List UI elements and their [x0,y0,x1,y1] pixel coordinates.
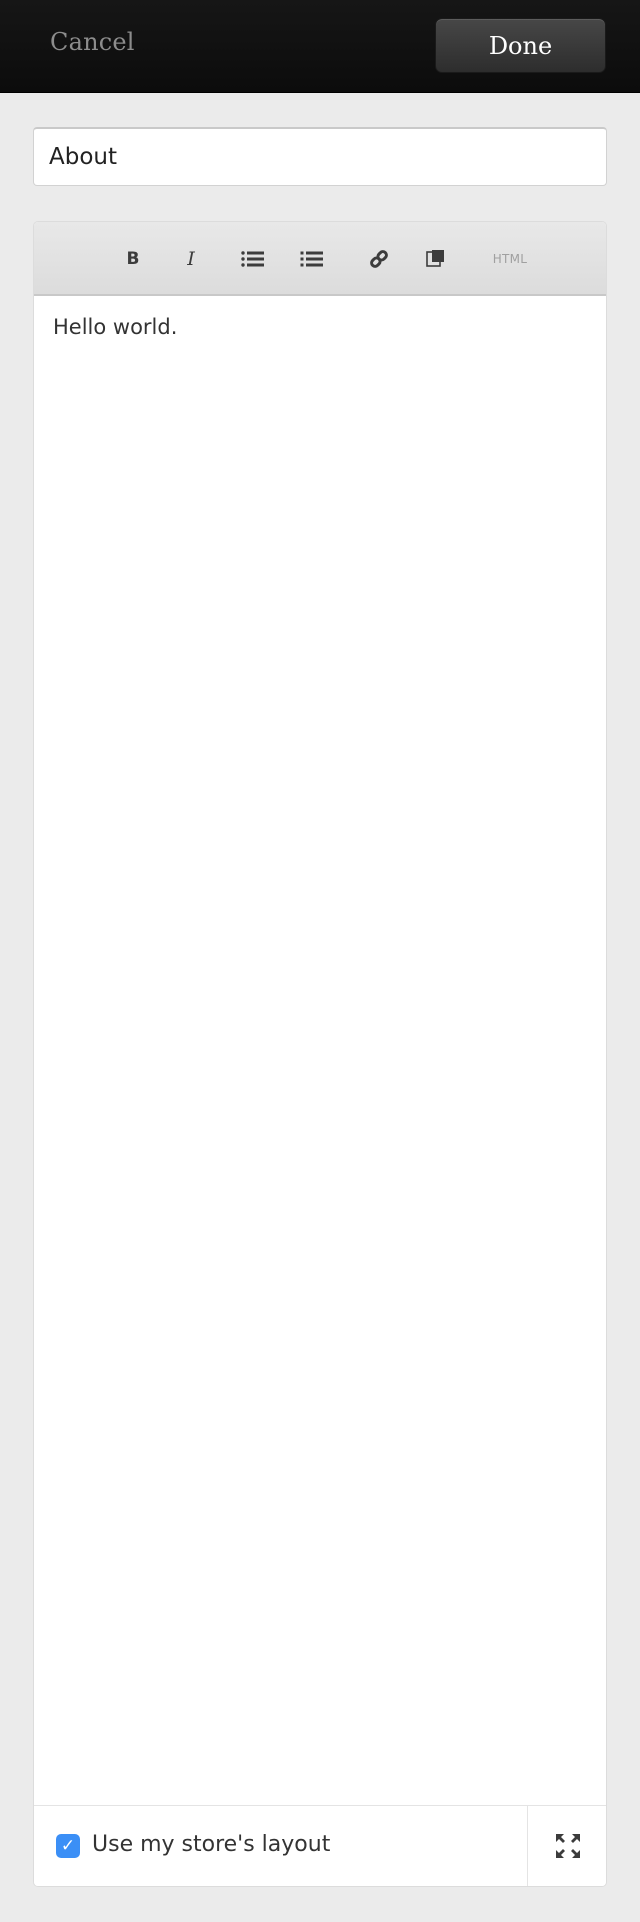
link-button[interactable] [363,244,395,274]
cancel-button[interactable]: Cancel [50,28,135,56]
numbered-list-button[interactable] [296,244,328,274]
editor-toolbar: B I HTML [34,222,606,296]
editor-content[interactable]: Hello world. [53,315,177,339]
fullscreen-button[interactable] [548,1826,588,1866]
image-icon [426,250,444,267]
image-button[interactable] [420,244,452,274]
numbered-list-icon [300,251,323,267]
italic-icon: I [187,248,195,270]
bulleted-list-icon [241,251,264,267]
page-title-input[interactable] [33,127,607,186]
done-button[interactable]: Done [435,18,606,73]
html-source-button[interactable]: HTML [480,244,540,274]
editor-footer: ✓ Use my store's layout [34,1805,606,1886]
layout-checkbox-label[interactable]: Use my store's layout [92,1832,330,1857]
fullscreen-expand-icon [556,1834,580,1858]
italic-button[interactable]: I [175,244,207,274]
bold-button[interactable]: B [117,244,149,274]
rich-text-editor: B I HTML Hello world. ✓ Use my store's l… [33,221,607,1887]
checkmark-icon: ✓ [60,1836,76,1856]
link-icon [370,250,388,268]
bold-icon: B [126,249,140,269]
layout-checkbox[interactable]: ✓ [56,1834,80,1858]
footer-divider [527,1806,528,1886]
bulleted-list-button[interactable] [237,244,269,274]
top-bar: Cancel Done [0,0,640,93]
